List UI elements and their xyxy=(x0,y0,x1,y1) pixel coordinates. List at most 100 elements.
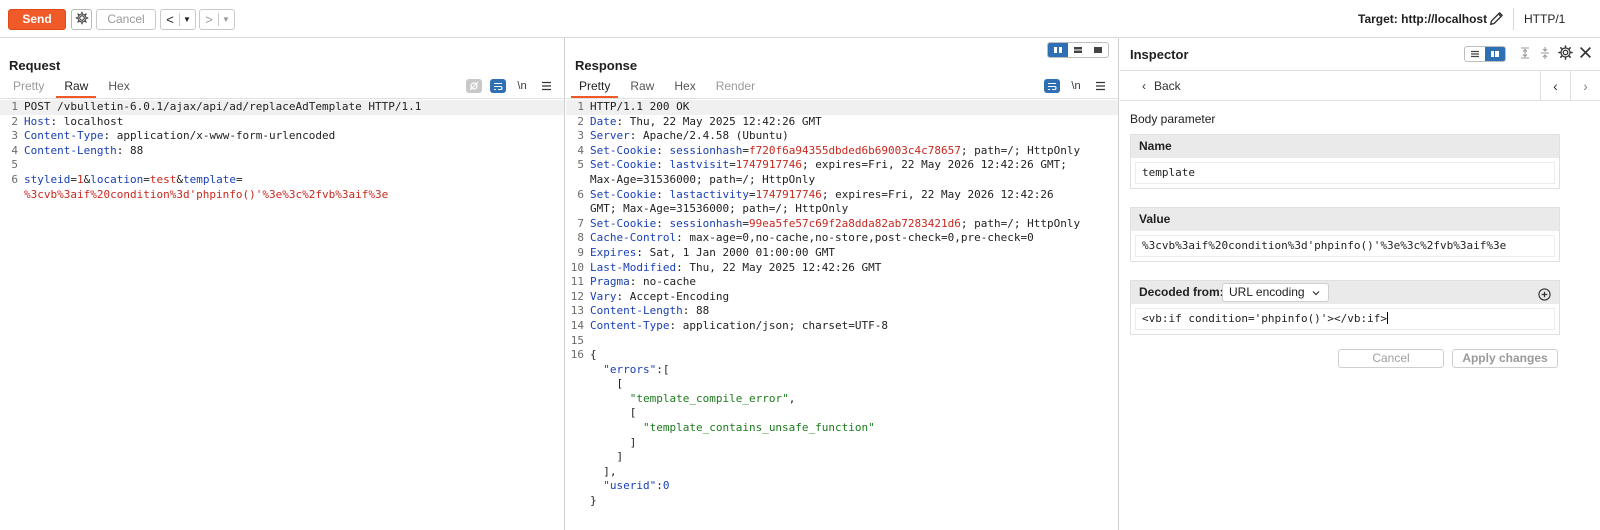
code-line[interactable]: 5 Set-Cookie: lastvisit=1747917746; expir… xyxy=(566,158,1118,173)
response-editor[interactable]: 1 HTTP/1.1 200 OK 2 Date: Thu, 22 May 2025 … xyxy=(566,100,1118,530)
line-number: 3 xyxy=(11,129,18,143)
code-line[interactable]: 16 { xyxy=(566,348,1118,363)
close-icon[interactable] xyxy=(1579,46,1592,62)
next-item-button[interactable]: › xyxy=(1570,71,1600,101)
code-line[interactable]: ] xyxy=(566,436,1118,451)
code-line[interactable]: 9 Expires: Sat, 1 Jan 2000 01:00:00 GMT xyxy=(566,246,1118,261)
chevron-down-icon[interactable]: ▼ xyxy=(219,15,233,24)
inspector-layout-toggle[interactable] xyxy=(1464,46,1506,62)
code-line[interactable]: 4 Set-Cookie: sessionhash=f720f6a94355dbd… xyxy=(566,144,1118,159)
decoded-field[interactable]: <vb:if condition='phpinfo()'></vb:if> xyxy=(1135,308,1555,330)
apply-changes-button[interactable]: Apply changes xyxy=(1452,349,1558,368)
section-label: Body parameter xyxy=(1130,112,1216,126)
send-settings-button[interactable] xyxy=(71,9,92,30)
expand-icon[interactable] xyxy=(1518,46,1532,63)
code-text: HTTP/1.1 200 OK xyxy=(590,100,689,115)
tab-hex[interactable]: Hex xyxy=(98,78,139,98)
line-number: 9 xyxy=(577,245,584,259)
code-line[interactable]: "template_contains_unsafe_function" xyxy=(566,421,1118,436)
single-view-icon[interactable] xyxy=(1088,43,1108,57)
line-number: 1 xyxy=(11,100,18,113)
code-line[interactable]: "template_compile_error", xyxy=(566,392,1118,407)
code-line[interactable]: 6 Set-Cookie: lastactivity=1747917746; ex… xyxy=(566,188,1118,203)
tab-hex[interactable]: Hex xyxy=(664,78,705,98)
back-arrow-icon[interactable]: < xyxy=(161,12,179,27)
code-text: Set-Cookie: sessionhash=f720f6a94355dbde… xyxy=(590,144,1080,159)
code-line[interactable]: ], xyxy=(566,465,1118,480)
code-line[interactable]: 10 Last-Modified: Thu, 22 May 2025 12:42:… xyxy=(566,261,1118,276)
tab-pretty[interactable]: Pretty xyxy=(569,78,620,98)
code-line[interactable]: 2 Host: localhost xyxy=(0,115,564,130)
code-text: Content-Type: application/x-www-form-url… xyxy=(24,129,335,144)
code-line[interactable]: "userid":0 xyxy=(566,479,1118,494)
code-line[interactable]: 7 Set-Cookie: sessionhash=99ea5fe57c69f2a… xyxy=(566,217,1118,232)
code-line[interactable]: 15 xyxy=(566,334,1118,349)
code-line[interactable]: } xyxy=(566,494,1118,509)
tab-render[interactable]: Render xyxy=(706,78,765,98)
request-editor[interactable]: 1 POST /vbulletin-6.0.1/ajax/api/ad/repla… xyxy=(0,100,564,530)
code-line[interactable]: 3 Content-Type: application/x-www-form-ur… xyxy=(0,129,564,144)
history-forward-group[interactable]: > ▼ xyxy=(199,9,235,30)
code-text: GMT; Max-Age=31536000; path=/; HttpOnly xyxy=(590,202,848,217)
hide-icon[interactable] xyxy=(462,77,486,95)
menu-icon[interactable] xyxy=(1088,77,1112,95)
code-line[interactable]: [ xyxy=(566,406,1118,421)
previous-item-button[interactable]: ‹ xyxy=(1540,71,1570,101)
code-line[interactable]: 8 Cache-Control: max-age=0,no-cache,no-st… xyxy=(566,231,1118,246)
encoding-value: URL encoding xyxy=(1229,285,1305,299)
value-field[interactable]: %3cvb%3aif%20condition%3d'phpinfo()'%3e%… xyxy=(1135,235,1555,257)
code-line[interactable]: 5 xyxy=(0,158,564,173)
code-line[interactable]: 1 HTTP/1.1 200 OK xyxy=(566,100,1118,115)
add-encoding-icon[interactable] xyxy=(1538,286,1551,309)
divider xyxy=(566,98,1118,99)
inspector-cancel-button[interactable]: Cancel xyxy=(1338,349,1444,368)
name-field[interactable]: template xyxy=(1135,162,1555,184)
tab-pretty[interactable]: Pretty xyxy=(3,78,54,98)
code-line[interactable]: 1 POST /vbulletin-6.0.1/ajax/api/ad/repla… xyxy=(0,100,564,115)
code-token: location xyxy=(90,172,144,186)
code-line[interactable]: 11 Pragma: no-cache xyxy=(566,275,1118,290)
code-line[interactable]: GMT; Max-Age=31536000; path=/; HttpOnly xyxy=(566,202,1118,217)
forward-arrow-icon[interactable]: > xyxy=(200,12,218,27)
list-view-icon[interactable] xyxy=(1465,47,1485,61)
newline-toggle[interactable]: \n xyxy=(510,77,534,95)
gear-icon[interactable] xyxy=(1558,45,1573,63)
tab-raw[interactable]: Raw xyxy=(54,78,98,98)
code-line[interactable]: %3cvb%3aif%20condition%3d'phpinfo()'%3e%… xyxy=(0,188,564,203)
code-line[interactable]: 6 styleid=1&location=test&template= xyxy=(0,173,564,188)
code-line[interactable]: 12 Vary: Accept-Encoding xyxy=(566,290,1118,305)
http-version-label[interactable]: HTTP/1 xyxy=(1524,12,1565,26)
panel-view-icon[interactable] xyxy=(1485,47,1505,61)
back-button[interactable]: ‹ Back xyxy=(1142,79,1181,93)
tab-raw[interactable]: Raw xyxy=(620,78,664,98)
code-line[interactable]: 4 Content-Length: 88 xyxy=(0,144,564,159)
collapse-icon[interactable] xyxy=(1538,46,1552,63)
chevron-down-icon[interactable]: ▼ xyxy=(180,15,194,24)
code-line[interactable]: ] xyxy=(566,450,1118,465)
menu-icon[interactable] xyxy=(534,77,558,95)
response-editor-tools: \n xyxy=(1040,77,1112,95)
stacked-view-icon[interactable] xyxy=(1068,43,1088,57)
code-token: "template_contains_unsafe_function" xyxy=(642,421,875,435)
code-line[interactable]: 2 Date: Thu, 22 May 2025 12:42:26 GMT xyxy=(566,115,1118,130)
code-text: [ xyxy=(590,406,637,421)
send-button[interactable]: Send xyxy=(8,9,66,30)
pencil-icon[interactable] xyxy=(1488,10,1505,30)
code-text: Vary: Accept-Encoding xyxy=(590,290,729,305)
code-token: ; expires=Fri, 22 May 2026 12:42:26 xyxy=(821,187,1054,201)
cancel-button[interactable]: Cancel xyxy=(96,9,156,30)
split-view-icon[interactable] xyxy=(1048,43,1068,57)
code-line[interactable]: [ xyxy=(566,377,1118,392)
code-line[interactable]: "errors":[ xyxy=(566,363,1118,378)
history-back-group[interactable]: < ▼ xyxy=(160,9,196,30)
newline-toggle[interactable]: \n xyxy=(1064,77,1088,95)
wrap-lines-icon[interactable] xyxy=(1040,77,1064,95)
wrap-lines-icon[interactable] xyxy=(486,77,510,95)
code-line[interactable]: 14 Content-Type: application/json; charse… xyxy=(566,319,1118,334)
encoding-dropdown[interactable]: URL encoding xyxy=(1222,283,1329,302)
code-token: ; path=/; HttpOnly xyxy=(960,216,1081,230)
code-line[interactable]: 3 Server: Apache/2.4.58 (Ubuntu) xyxy=(566,129,1118,144)
code-line[interactable]: 13 Content-Length: 88 xyxy=(566,304,1118,319)
layout-toggle[interactable] xyxy=(1047,42,1109,58)
code-line[interactable]: Max-Age=31536000; path=/; HttpOnly xyxy=(566,173,1118,188)
